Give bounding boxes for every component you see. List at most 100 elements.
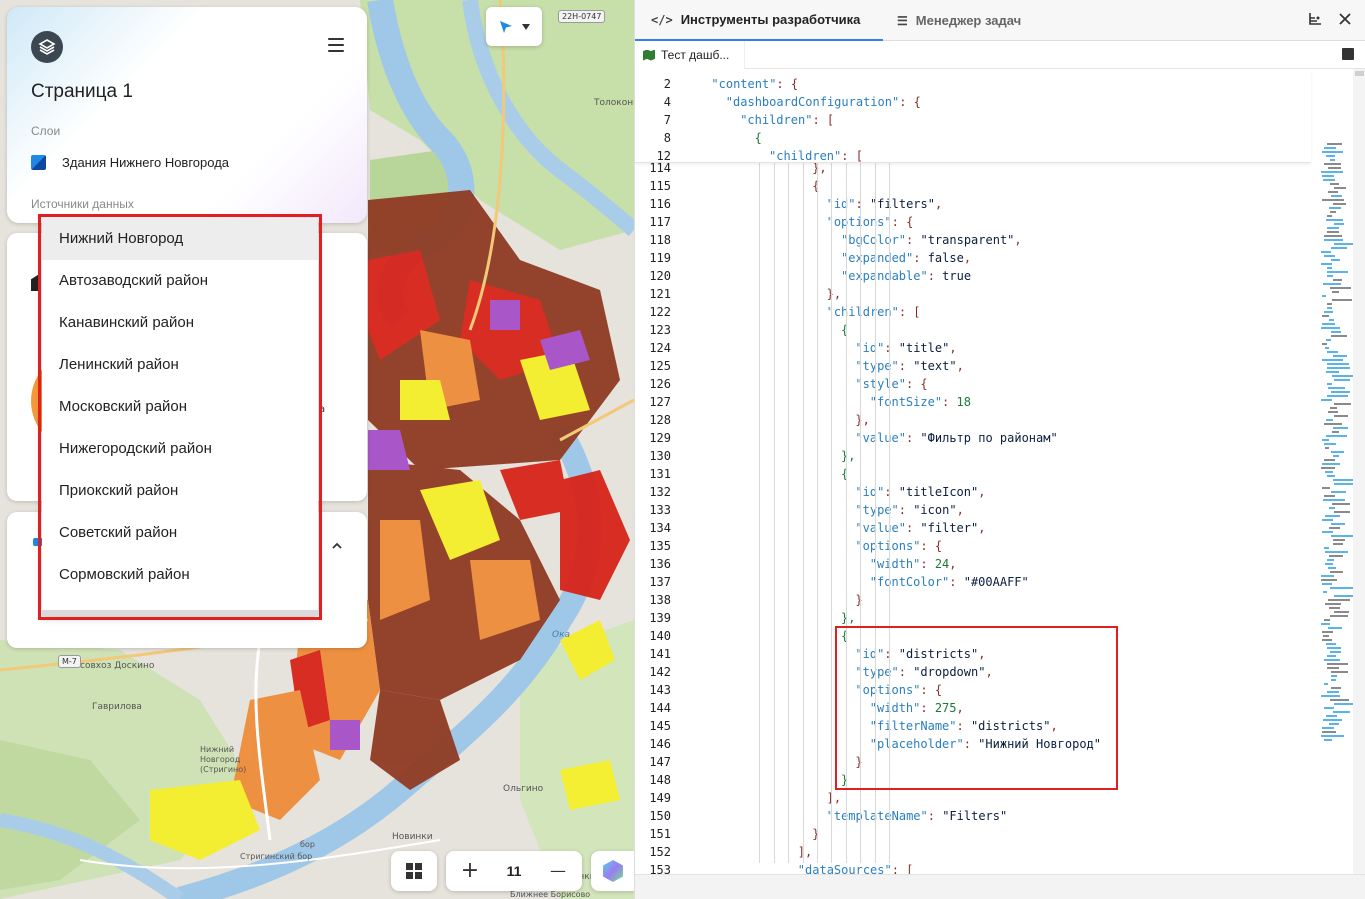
code-line[interactable]: 129 "value": "Фильтр по районам" xyxy=(635,429,1315,447)
code-line[interactable]: 136 "width": 24, xyxy=(635,555,1315,573)
minimap-line xyxy=(1331,675,1337,677)
code-line[interactable]: 145 "filterName": "districts", xyxy=(635,717,1315,735)
tab-devtools[interactable]: </> Инструменты разработчика xyxy=(635,0,883,41)
code-line[interactable]: 128}, xyxy=(635,411,1315,429)
dropdown-option[interactable]: Канавинский район xyxy=(42,302,318,344)
code-line[interactable]: 152], xyxy=(635,843,1315,861)
tab-task-manager[interactable]: ☰ Менеджер задач xyxy=(897,0,1021,41)
minimap-line xyxy=(1331,523,1345,525)
code-text: "id": "filters", xyxy=(827,195,943,213)
dropdown-option[interactable]: Московский район xyxy=(42,386,318,428)
dropdown-option[interactable]: Сормовский район xyxy=(42,554,318,596)
code-line[interactable]: 135 "options": { xyxy=(635,537,1315,555)
code-line[interactable]: 124 "id": "title", xyxy=(635,339,1315,357)
code-line[interactable]: 138} xyxy=(635,591,1315,609)
grid-button[interactable] xyxy=(391,851,437,891)
minimap-line xyxy=(1324,659,1340,661)
code-line[interactable]: 131 { xyxy=(635,465,1315,483)
code-line[interactable]: 122 "children": [ xyxy=(635,303,1315,321)
code-token: "titleIcon" xyxy=(898,485,979,499)
editor-horizontal-scrollbar[interactable] xyxy=(635,874,1365,899)
code-line[interactable]: 116 "id": "filters", xyxy=(635,195,1315,213)
code-line[interactable]: 115 { xyxy=(635,177,1315,195)
map-view[interactable]: Толоконце Ока совхоз Доскино Гаврилова Н… xyxy=(0,0,634,899)
code-line[interactable]: 8{ xyxy=(635,129,1315,147)
code-line[interactable]: 147} xyxy=(635,753,1315,771)
dropdown-option[interactable]: Приокский район xyxy=(42,470,318,512)
code-line[interactable]: 121}, xyxy=(635,285,1315,303)
code-line[interactable]: 127 "fontSize": 18 xyxy=(635,393,1315,411)
basemap-button[interactable] xyxy=(591,851,634,891)
code-line[interactable]: 134 "value": "filter", xyxy=(635,519,1315,537)
minimap-line xyxy=(1324,619,1330,621)
code-line[interactable]: 117 "options": { xyxy=(635,213,1315,231)
code-line[interactable]: 126 "style": { xyxy=(635,375,1315,393)
code-token: , xyxy=(978,647,986,661)
code-token: "icon" xyxy=(913,503,957,517)
code-line[interactable]: 139}, xyxy=(635,609,1315,627)
code-line[interactable]: 130}, xyxy=(635,447,1315,465)
code-line[interactable]: 125 "type": "text", xyxy=(635,357,1315,375)
dropdown-option[interactable]: Нижегородский район xyxy=(42,428,318,470)
minimap-line xyxy=(1325,347,1329,349)
minimap-line xyxy=(1323,499,1345,501)
zoom-control: + 11 — xyxy=(446,851,582,891)
code-line[interactable]: 149], xyxy=(635,789,1315,807)
code-line[interactable]: 119 "expanded": false, xyxy=(635,249,1315,267)
code-line[interactable]: 12 "children": [ xyxy=(635,147,1315,165)
line-number: 116 xyxy=(649,197,671,211)
code-line[interactable]: 150 "templateName": "Filters" xyxy=(635,807,1315,825)
close-icon[interactable] xyxy=(1338,12,1352,26)
minimap-line xyxy=(1322,359,1343,361)
code-token: "templateName" xyxy=(826,809,928,823)
zoom-in-button[interactable]: + xyxy=(460,860,480,882)
file-tab[interactable]: Тест дашб... xyxy=(635,41,745,69)
dropdown-option[interactable]: Автозаводский район xyxy=(42,260,318,302)
code-line[interactable]: 137 "fontColor": "#00AAFF" xyxy=(635,573,1315,591)
code-line[interactable]: 151} xyxy=(635,825,1315,843)
chevron-up-icon[interactable] xyxy=(331,540,343,552)
code-line[interactable]: 7 "children": [ xyxy=(635,111,1315,129)
menu-icon[interactable] xyxy=(328,38,344,52)
minimap-line xyxy=(1333,455,1339,457)
minimap-line xyxy=(1321,399,1332,401)
code-line[interactable]: 144 "width": 275, xyxy=(635,699,1315,717)
minimap-line xyxy=(1322,519,1333,521)
line-number: 128 xyxy=(649,413,671,427)
code-editor[interactable]: 114}, 115{116 "id": "filters", 117 "options"… xyxy=(635,69,1365,874)
code-line[interactable]: 123 { xyxy=(635,321,1315,339)
code-line[interactable]: 2 "content": { xyxy=(635,75,1315,93)
minimap-line xyxy=(1334,187,1346,189)
code-line[interactable]: 141 "id": "districts", xyxy=(635,645,1315,663)
minimap-line xyxy=(1325,563,1333,565)
app-logo-icon[interactable] xyxy=(31,31,63,63)
code-line[interactable]: 148} xyxy=(635,771,1315,789)
minimap-line xyxy=(1328,599,1350,601)
tree-icon[interactable] xyxy=(1308,12,1322,26)
code-line[interactable]: 120 "expandable": true xyxy=(635,267,1315,285)
code-line[interactable]: 118 "bgColor": "transparent", xyxy=(635,231,1315,249)
dropdown-option[interactable]: Ленинский район xyxy=(42,344,318,386)
dropdown-scrollbar[interactable] xyxy=(42,610,318,616)
code-line[interactable]: 133 "type": "icon", xyxy=(635,501,1315,519)
dropdown-option[interactable]: Советский район xyxy=(42,512,318,554)
dropdown-option[interactable]: Нижний Новгород xyxy=(42,218,318,260)
code-line[interactable]: 142 "type": "dropdown", xyxy=(635,663,1315,681)
select-tool-button[interactable] xyxy=(486,7,542,46)
editor-vertical-scrollbar[interactable] xyxy=(1353,69,1365,874)
minimap-line xyxy=(1324,255,1335,257)
save-icon[interactable] xyxy=(1342,48,1354,60)
code-line[interactable]: 132 "id": "titleIcon", xyxy=(635,483,1315,501)
minimap-line xyxy=(1326,435,1347,437)
code-line[interactable]: 153 "dataSources": [ xyxy=(635,861,1315,874)
districts-dropdown-list[interactable]: Нижний Новгород Автозаводский район Канави… xyxy=(42,218,318,616)
line-number: 152 xyxy=(649,845,671,859)
layer-item[interactable]: Здания Нижнего Новгорода xyxy=(31,153,229,171)
zoom-out-button[interactable]: — xyxy=(548,861,568,881)
code-line[interactable]: 146 "placeholder": "Нижний Новгород" xyxy=(635,735,1315,753)
minimap-line xyxy=(1330,211,1336,213)
code-token: 24 xyxy=(934,557,950,571)
code-line[interactable]: 140 { xyxy=(635,627,1315,645)
code-line[interactable]: 4 "dashboardConfiguration": { xyxy=(635,93,1315,111)
code-line[interactable]: 143 "options": { xyxy=(635,681,1315,699)
